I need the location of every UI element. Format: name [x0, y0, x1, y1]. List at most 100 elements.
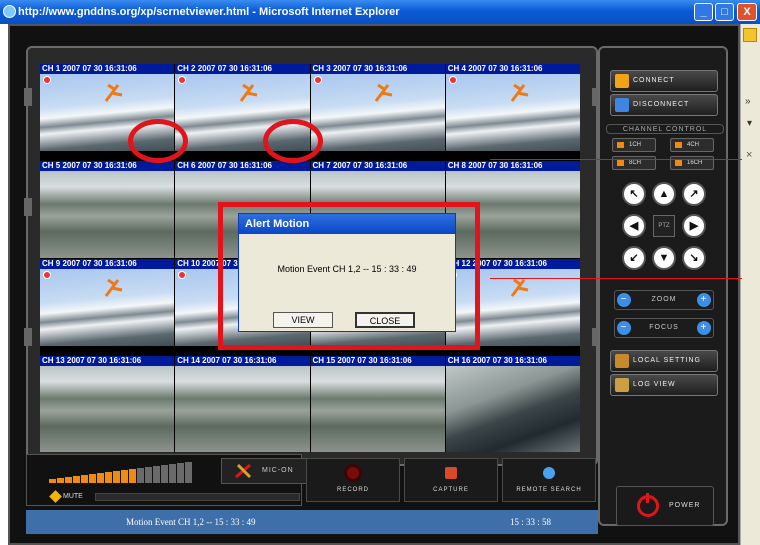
- zoom-label: ZOOM: [651, 296, 677, 303]
- annotation-circle: [128, 119, 188, 163]
- chevron-right-icon[interactable]: »: [745, 96, 751, 107]
- camera-tile[interactable]: CH 3 2007 07 30 16:31:06: [310, 64, 445, 161]
- camera-feed: [40, 365, 175, 452]
- capture-label: CAPTURE: [433, 487, 469, 493]
- volume-bar: [81, 475, 88, 483]
- disconnect-button[interactable]: DISCONNECT: [610, 94, 718, 116]
- mute-button[interactable]: MUTE: [49, 490, 91, 503]
- ptz-up-button[interactable]: ▲: [652, 182, 676, 206]
- record-indicator: [44, 271, 50, 278]
- volume-meter: [49, 462, 192, 483]
- volume-bar: [121, 470, 128, 483]
- camera-feed: [40, 171, 175, 258]
- ptz-left-button[interactable]: ◀: [622, 214, 646, 238]
- volume-bar: [177, 463, 184, 483]
- focus-control: − FOCUS +: [614, 318, 714, 338]
- annotation-circle: [263, 119, 323, 163]
- skier-figure: [510, 278, 528, 297]
- camera-label: CH 3 2007 07 30 16:31:06: [310, 64, 445, 74]
- camera-tile[interactable]: CH 4 2007 07 30 16:31:06: [445, 64, 580, 161]
- ptz-down-button[interactable]: ▼: [652, 246, 676, 270]
- record-indicator: [179, 271, 186, 278]
- ptz-center: PTZ: [653, 215, 675, 237]
- volume-bar: [185, 462, 192, 483]
- annotation-line: [490, 159, 742, 160]
- record-icon: [347, 467, 359, 479]
- ie-icon: [3, 5, 16, 18]
- camera-tile[interactable]: CH 14 2007 07 30 16:31:06: [175, 355, 310, 452]
- zoom-out-icon[interactable]: −: [617, 293, 631, 307]
- camera-icon: [445, 467, 457, 479]
- volume-bar: [145, 467, 152, 483]
- ptz-up-left-button[interactable]: ↖: [622, 182, 646, 206]
- connect-label: CONNECT: [633, 77, 675, 84]
- 8ch-icon: [617, 160, 624, 166]
- focus-label: FOCUS: [649, 324, 679, 331]
- volume-bar: [97, 473, 104, 483]
- browser-window: http://www.gnddns.org/xp/scrnetviewer.ht…: [0, 0, 760, 545]
- 1ch-button[interactable]: 1CH: [612, 138, 656, 152]
- camera-tile[interactable]: CH 16 2007 07 30 16:31:06: [445, 355, 580, 452]
- close-icon[interactable]: ×: [746, 149, 752, 161]
- camera-tile[interactable]: CH 13 2007 07 30 16:31:06: [40, 355, 175, 452]
- skier-figure: [104, 84, 123, 103]
- local-setting-button[interactable]: LOCAL SETTING: [610, 350, 718, 372]
- feed-bar: [40, 345, 175, 355]
- ptz-down-right-button[interactable]: ↘: [682, 246, 706, 270]
- connect-icon: [615, 74, 629, 88]
- 4ch-icon: [675, 142, 682, 148]
- power-button[interactable]: POWER: [616, 486, 714, 526]
- record-indicator: [314, 77, 321, 83]
- zoom-in-icon[interactable]: +: [697, 293, 711, 307]
- 4ch-label: 4CH: [687, 142, 700, 148]
- folder-icon[interactable]: [743, 28, 757, 42]
- volume-slider[interactable]: [95, 493, 300, 501]
- skier-figure: [104, 278, 123, 297]
- maximize-button[interactable]: □: [715, 3, 734, 21]
- capture-button[interactable]: CAPTURE: [404, 458, 498, 502]
- volume-bar: [65, 477, 72, 483]
- camera-tile[interactable]: CH 15 2007 07 30 16:31:06: [310, 355, 445, 452]
- bottom-toolbar: MUTE MIC-ON RECORD CAPTURE REMOTE SEARCH: [26, 454, 598, 506]
- record-button[interactable]: RECORD: [306, 458, 400, 502]
- mic-on-button[interactable]: MIC-ON: [221, 458, 313, 484]
- camera-label: CH 8 2007 07 30 16:31:06: [445, 161, 580, 172]
- volume-bar: [89, 474, 96, 483]
- close-button[interactable]: X: [737, 3, 757, 21]
- annotation-box: [218, 202, 480, 350]
- camera-tile[interactable]: CH 9 2007 07 30 16:31:06: [40, 258, 175, 355]
- 4ch-button[interactable]: 4CH: [670, 138, 714, 152]
- ptz-right-button[interactable]: ▶: [682, 214, 706, 238]
- volume-bar: [73, 476, 80, 483]
- ptz-up-right-button[interactable]: ↗: [682, 182, 706, 206]
- disconnect-icon: [615, 98, 629, 112]
- camera-label: CH 14 2007 07 30 16:31:06: [175, 355, 310, 366]
- camera-label: CH 1 2007 07 30 16:31:06: [40, 64, 175, 74]
- remote-search-button[interactable]: REMOTE SEARCH: [502, 458, 596, 502]
- frame-tick: [24, 88, 32, 106]
- focus-out-icon[interactable]: −: [617, 321, 631, 335]
- 1ch-icon: [617, 142, 624, 148]
- camera-feed: [310, 365, 445, 452]
- skier-figure: [375, 84, 393, 103]
- camera-label: CH 7 2007 07 30 16:31:06: [310, 161, 445, 172]
- camera-tile[interactable]: CH 5 2007 07 30 16:31:06: [40, 161, 175, 258]
- mic-icon: [235, 463, 252, 479]
- connect-button[interactable]: CONNECT: [610, 70, 718, 92]
- volume-bar: [105, 472, 112, 483]
- volume-bar: [113, 471, 120, 483]
- ptz-down-left-button[interactable]: ↙: [622, 246, 646, 270]
- camera-label: CH 9 2007 07 30 16:31:06: [40, 258, 175, 269]
- chevron-down-icon[interactable]: ▾: [747, 118, 752, 129]
- camera-label: CH 2 2007 07 30 16:31:06: [175, 64, 310, 74]
- minimize-button[interactable]: _: [694, 3, 713, 21]
- 1ch-label: 1CH: [629, 142, 642, 148]
- zoom-control: − ZOOM +: [614, 290, 714, 310]
- 16ch-icon: [675, 160, 682, 166]
- tools-icon: [615, 354, 629, 368]
- log-view-button[interactable]: LOG VIEW: [610, 374, 718, 396]
- 8ch-label: 8CH: [629, 160, 642, 166]
- mute-icon: [49, 490, 62, 503]
- control-panel: CONNECT DISCONNECT CHANNEL CONTROL 1CH 4…: [598, 46, 728, 526]
- focus-in-icon[interactable]: +: [697, 321, 711, 335]
